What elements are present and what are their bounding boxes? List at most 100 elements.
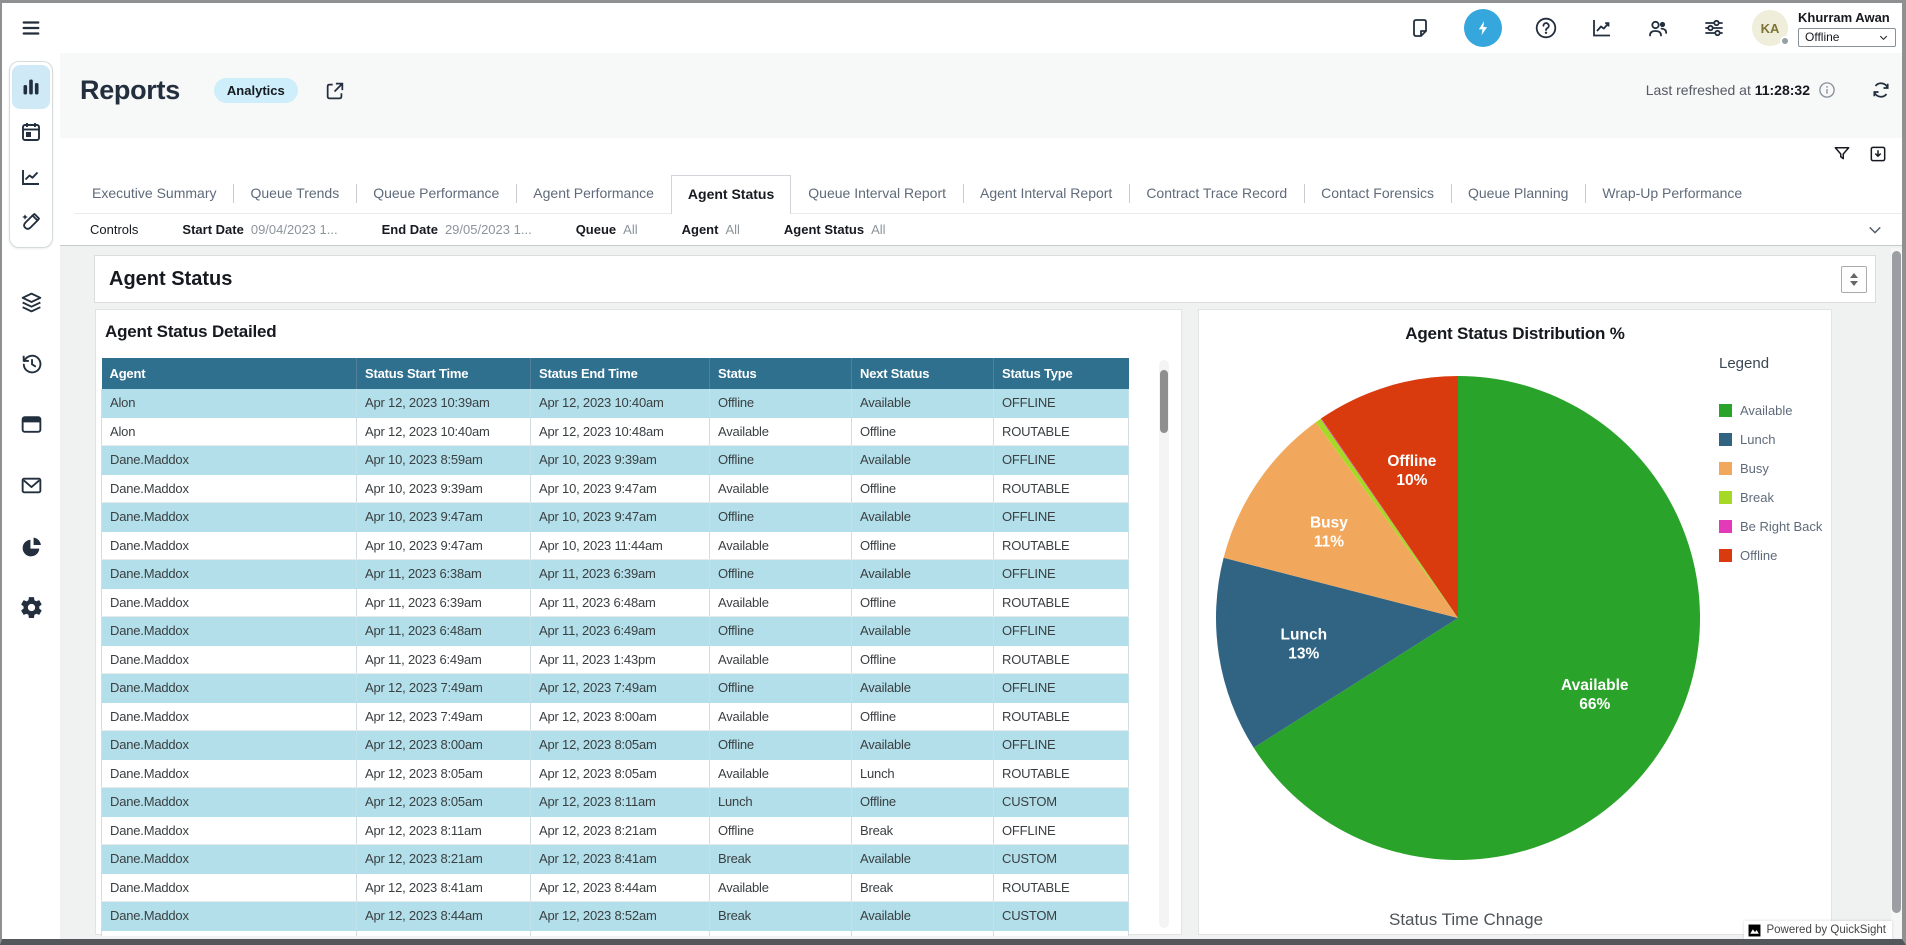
table-cell xyxy=(357,930,531,936)
sidebar-item-design[interactable] xyxy=(12,200,50,244)
table-cell xyxy=(102,930,357,936)
column-header-next-status[interactable]: Next Status xyxy=(852,359,994,389)
table-cell: Available xyxy=(710,873,852,902)
page-title: Reports xyxy=(80,75,180,106)
sidebar-item-window[interactable] xyxy=(9,402,53,446)
external-link-icon[interactable] xyxy=(324,80,346,102)
legend-item-be-right-back[interactable]: Be Right Back xyxy=(1719,512,1831,541)
menu-icon[interactable] xyxy=(18,17,44,39)
analytics-badge: Analytics xyxy=(214,78,298,103)
legend-item-break[interactable]: Break xyxy=(1719,483,1831,512)
table-cell: Apr 12, 2023 8:05am xyxy=(357,759,531,788)
table-cell: Dane.Maddox xyxy=(102,446,357,475)
tab-contract-trace-record[interactable]: Contract Trace Record xyxy=(1129,185,1304,213)
filter-icon[interactable] xyxy=(1832,144,1852,164)
powered-by-quicksight[interactable]: Powered by QuickSight xyxy=(1744,921,1892,939)
sheet-spinner[interactable] xyxy=(1841,266,1867,293)
control-end-date[interactable]: End Date29/05/2023 1... xyxy=(382,222,532,237)
export-icon[interactable] xyxy=(1868,144,1888,164)
settings-sliders-icon[interactable] xyxy=(1702,16,1726,40)
legend-item-busy[interactable]: Busy xyxy=(1719,454,1831,483)
table-row: Dane.MaddoxApr 11, 2023 6:39amApr 11, 20… xyxy=(102,588,1129,617)
table-row: AlonApr 12, 2023 10:40amApr 12, 2023 10:… xyxy=(102,417,1129,446)
column-header-status-type[interactable]: Status Type xyxy=(994,359,1129,389)
tab-queue-interval-report[interactable]: Queue Interval Report xyxy=(791,185,963,213)
table-cell: Apr 11, 2023 6:39am xyxy=(531,560,710,589)
sidebar-item-pie-report[interactable] xyxy=(9,524,53,568)
user-name: Khurram Awan xyxy=(1798,10,1896,25)
table-cell: ROUTABLE xyxy=(994,417,1129,446)
control-agent[interactable]: AgentAll xyxy=(682,222,740,237)
table-cell: Alon xyxy=(102,417,357,446)
presence-dot xyxy=(1780,36,1790,46)
sidebar-item-layers[interactable] xyxy=(9,280,53,324)
info-icon[interactable] xyxy=(1818,81,1836,99)
report-toolbar: Executive SummaryQueue TrendsQueue Perfo… xyxy=(60,138,1902,246)
column-header-agent[interactable]: Agent xyxy=(102,359,357,389)
table-cell: Dane.Maddox xyxy=(102,816,357,845)
metrics-icon[interactable] xyxy=(1590,16,1614,40)
control-value: All xyxy=(725,222,739,237)
column-header-status-start-time[interactable]: Status Start Time xyxy=(357,359,531,389)
sidebar-item-metrics[interactable] xyxy=(12,155,50,199)
paintbrush-icon xyxy=(19,210,43,234)
refresh-icon[interactable] xyxy=(1870,79,1892,101)
dashboard-scrollbar-thumb[interactable] xyxy=(1892,251,1901,913)
tab-executive-summary[interactable]: Executive Summary xyxy=(75,185,233,213)
column-header-status-end-time[interactable]: Status End Time xyxy=(531,359,710,389)
legend-item-available[interactable]: Available xyxy=(1719,396,1831,425)
column-header-status[interactable]: Status xyxy=(710,359,852,389)
sidebar-item-mail[interactable] xyxy=(9,463,53,507)
legend-label: Busy xyxy=(1740,461,1769,476)
topbar: KA Khurram Awan Offline xyxy=(2,3,1902,53)
table-cell: Available xyxy=(852,446,994,475)
table-cell: Apr 12, 2023 8:00am xyxy=(357,731,531,760)
table-cell: Offline xyxy=(852,702,994,731)
table-cell: Apr 12, 2023 8:41am xyxy=(357,873,531,902)
tab-agent-performance[interactable]: Agent Performance xyxy=(516,185,671,213)
tab-queue-performance[interactable]: Queue Performance xyxy=(356,185,516,213)
sidebar-item-calendar[interactable] xyxy=(12,110,50,154)
legend-item-offline[interactable]: Offline xyxy=(1719,541,1831,570)
dashboard-scrollbar[interactable] xyxy=(1891,248,1902,937)
control-queue[interactable]: QueueAll xyxy=(576,222,638,237)
table-cell: Offline xyxy=(852,645,994,674)
tab-agent-status[interactable]: Agent Status xyxy=(671,175,791,214)
sidebar-item-analytics[interactable] xyxy=(12,65,50,109)
table-cell: Apr 12, 2023 7:49am xyxy=(357,702,531,731)
help-icon[interactable] xyxy=(1534,16,1558,40)
control-agent-status[interactable]: Agent StatusAll xyxy=(784,222,886,237)
table-row: Dane.MaddoxApr 12, 2023 8:41amApr 12, 20… xyxy=(102,873,1129,902)
legend-swatch xyxy=(1719,549,1732,562)
tab-queue-planning[interactable]: Queue Planning xyxy=(1451,185,1585,213)
table-cell: Apr 10, 2023 9:47am xyxy=(531,503,710,532)
table-cell: ROUTABLE xyxy=(994,702,1129,731)
table-scrollbar-thumb[interactable] xyxy=(1160,370,1168,433)
table-cell xyxy=(852,930,994,936)
avatar[interactable]: KA xyxy=(1752,10,1788,46)
table-cell: Apr 12, 2023 8:05am xyxy=(531,759,710,788)
table-body: AlonApr 12, 2023 10:39amApr 12, 2023 10:… xyxy=(102,389,1129,937)
table-scrollbar[interactable] xyxy=(1159,360,1169,928)
controls-collapse-chevron[interactable] xyxy=(1866,221,1884,239)
tab-agent-interval-report[interactable]: Agent Interval Report xyxy=(963,185,1129,213)
sidebar-item-settings[interactable] xyxy=(9,585,53,629)
legend-item-lunch[interactable]: Lunch xyxy=(1719,425,1831,454)
tab-contact-forensics[interactable]: Contact Forensics xyxy=(1304,185,1451,213)
users-icon[interactable] xyxy=(1646,16,1670,40)
status-select[interactable]: Offline xyxy=(1798,28,1896,47)
flash-button[interactable] xyxy=(1464,9,1502,47)
feedback-note-icon[interactable] xyxy=(1408,16,1432,40)
tab-wrap-up-performance[interactable]: Wrap-Up Performance xyxy=(1585,185,1759,213)
table-cell xyxy=(994,930,1129,936)
table-cell: OFFLINE xyxy=(994,560,1129,589)
control-start-date[interactable]: Start Date09/04/2023 1... xyxy=(182,222,337,237)
sidebar-item-history[interactable] xyxy=(9,341,53,385)
table-cell: Apr 12, 2023 8:44am xyxy=(357,902,531,931)
control-value: 29/05/2023 1... xyxy=(445,222,532,237)
table-cell: Break xyxy=(710,845,852,874)
table-cell: ROUTABLE xyxy=(994,759,1129,788)
spinner-up-icon[interactable] xyxy=(1850,273,1858,278)
tab-queue-trends[interactable]: Queue Trends xyxy=(233,185,356,213)
spinner-down-icon[interactable] xyxy=(1850,281,1858,286)
